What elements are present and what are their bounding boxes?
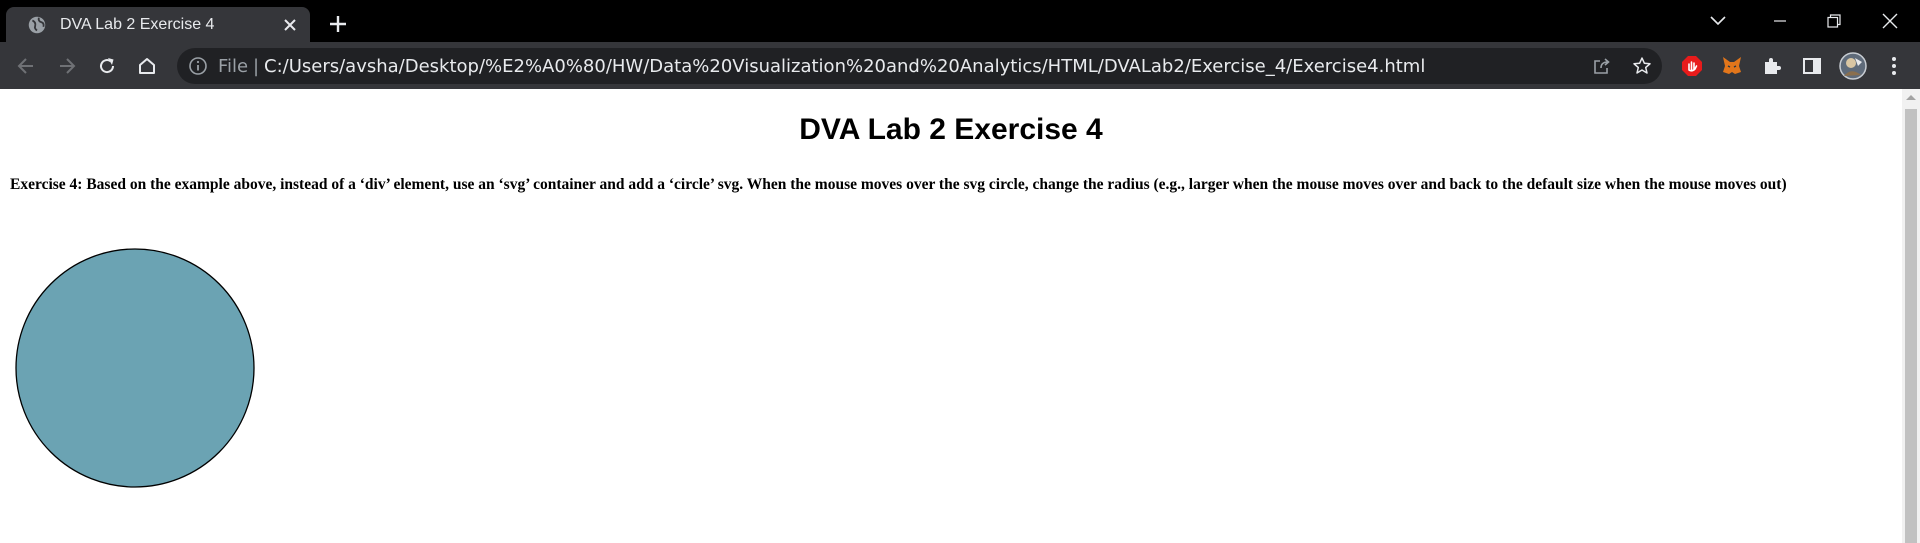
minimize-icon (1774, 20, 1786, 22)
close-window-button[interactable] (1862, 0, 1918, 42)
reload-icon (100, 58, 115, 74)
kebab-menu-icon (1892, 57, 1896, 75)
tab-title: DVA Lab 2 Exercise 4 (60, 15, 215, 33)
puzzle-icon (1765, 58, 1781, 74)
share-button[interactable] (1590, 54, 1614, 78)
forward-button[interactable] (52, 51, 82, 81)
vertical-scrollbar[interactable] (1902, 89, 1920, 543)
plus-icon (330, 16, 346, 32)
close-icon (1882, 13, 1898, 29)
tab-search-button[interactable] (1690, 0, 1746, 42)
page-title: DVA Lab 2 Exercise 4 (799, 113, 1103, 146)
page-viewport: DVA Lab 2 Exercise 4 Exercise 4: Based o… (0, 89, 1902, 543)
globe-icon (28, 16, 46, 33)
home-button[interactable] (132, 51, 162, 81)
reload-button[interactable] (92, 51, 122, 81)
back-arrow-icon (17, 58, 33, 74)
minimize-button[interactable] (1752, 0, 1808, 42)
restore-icon (1827, 14, 1841, 28)
adblock-extension-button[interactable] (1677, 51, 1707, 81)
forward-arrow-icon (60, 58, 76, 74)
restore-button[interactable] (1806, 0, 1862, 42)
info-icon[interactable] (188, 56, 208, 76)
url-text[interactable]: C:/Users/avsha/Desktop/%E2%A0%80/HW/Data… (264, 56, 1425, 77)
scheme-label: File (218, 56, 249, 77)
scrollbar-thumb[interactable] (1905, 109, 1917, 543)
share-icon (1594, 58, 1610, 74)
chevron-down-icon (1710, 16, 1726, 26)
bookmark-button[interactable] (1630, 54, 1654, 78)
extensions-button[interactable] (1757, 51, 1787, 81)
back-button[interactable] (11, 51, 41, 81)
browser-menu-button[interactable] (1879, 51, 1909, 81)
star-icon (1633, 57, 1651, 74)
metamask-extension-button[interactable] (1717, 51, 1747, 81)
profile-button[interactable] (1838, 51, 1868, 81)
new-tab-button[interactable] (324, 10, 352, 38)
address-bar[interactable]: File | C:/Users/avsha/Desktop/%E2%A0%80/… (177, 48, 1662, 84)
side-panel-icon (1803, 58, 1821, 74)
interactive-circle[interactable] (15, 248, 255, 488)
home-icon (139, 58, 155, 74)
avatar (1839, 52, 1867, 80)
tab-strip: DVA Lab 2 Exercise 4 (0, 0, 1920, 42)
side-panel-button[interactable] (1797, 51, 1827, 81)
scroll-up-arrow-icon[interactable] (1906, 95, 1916, 100)
svg-container (15, 248, 255, 488)
exercise-description: Exercise 4: Based on the example above, … (10, 176, 1787, 193)
close-icon (284, 18, 296, 31)
adblock-icon (1682, 56, 1702, 76)
metamask-fox-icon (1723, 57, 1741, 74)
browser-toolbar: File | C:/Users/avsha/Desktop/%E2%A0%80/… (0, 42, 1920, 89)
close-tab-button[interactable] (278, 13, 302, 37)
scheme-separator: | (253, 56, 260, 77)
browser-tab[interactable]: DVA Lab 2 Exercise 4 (6, 7, 310, 42)
